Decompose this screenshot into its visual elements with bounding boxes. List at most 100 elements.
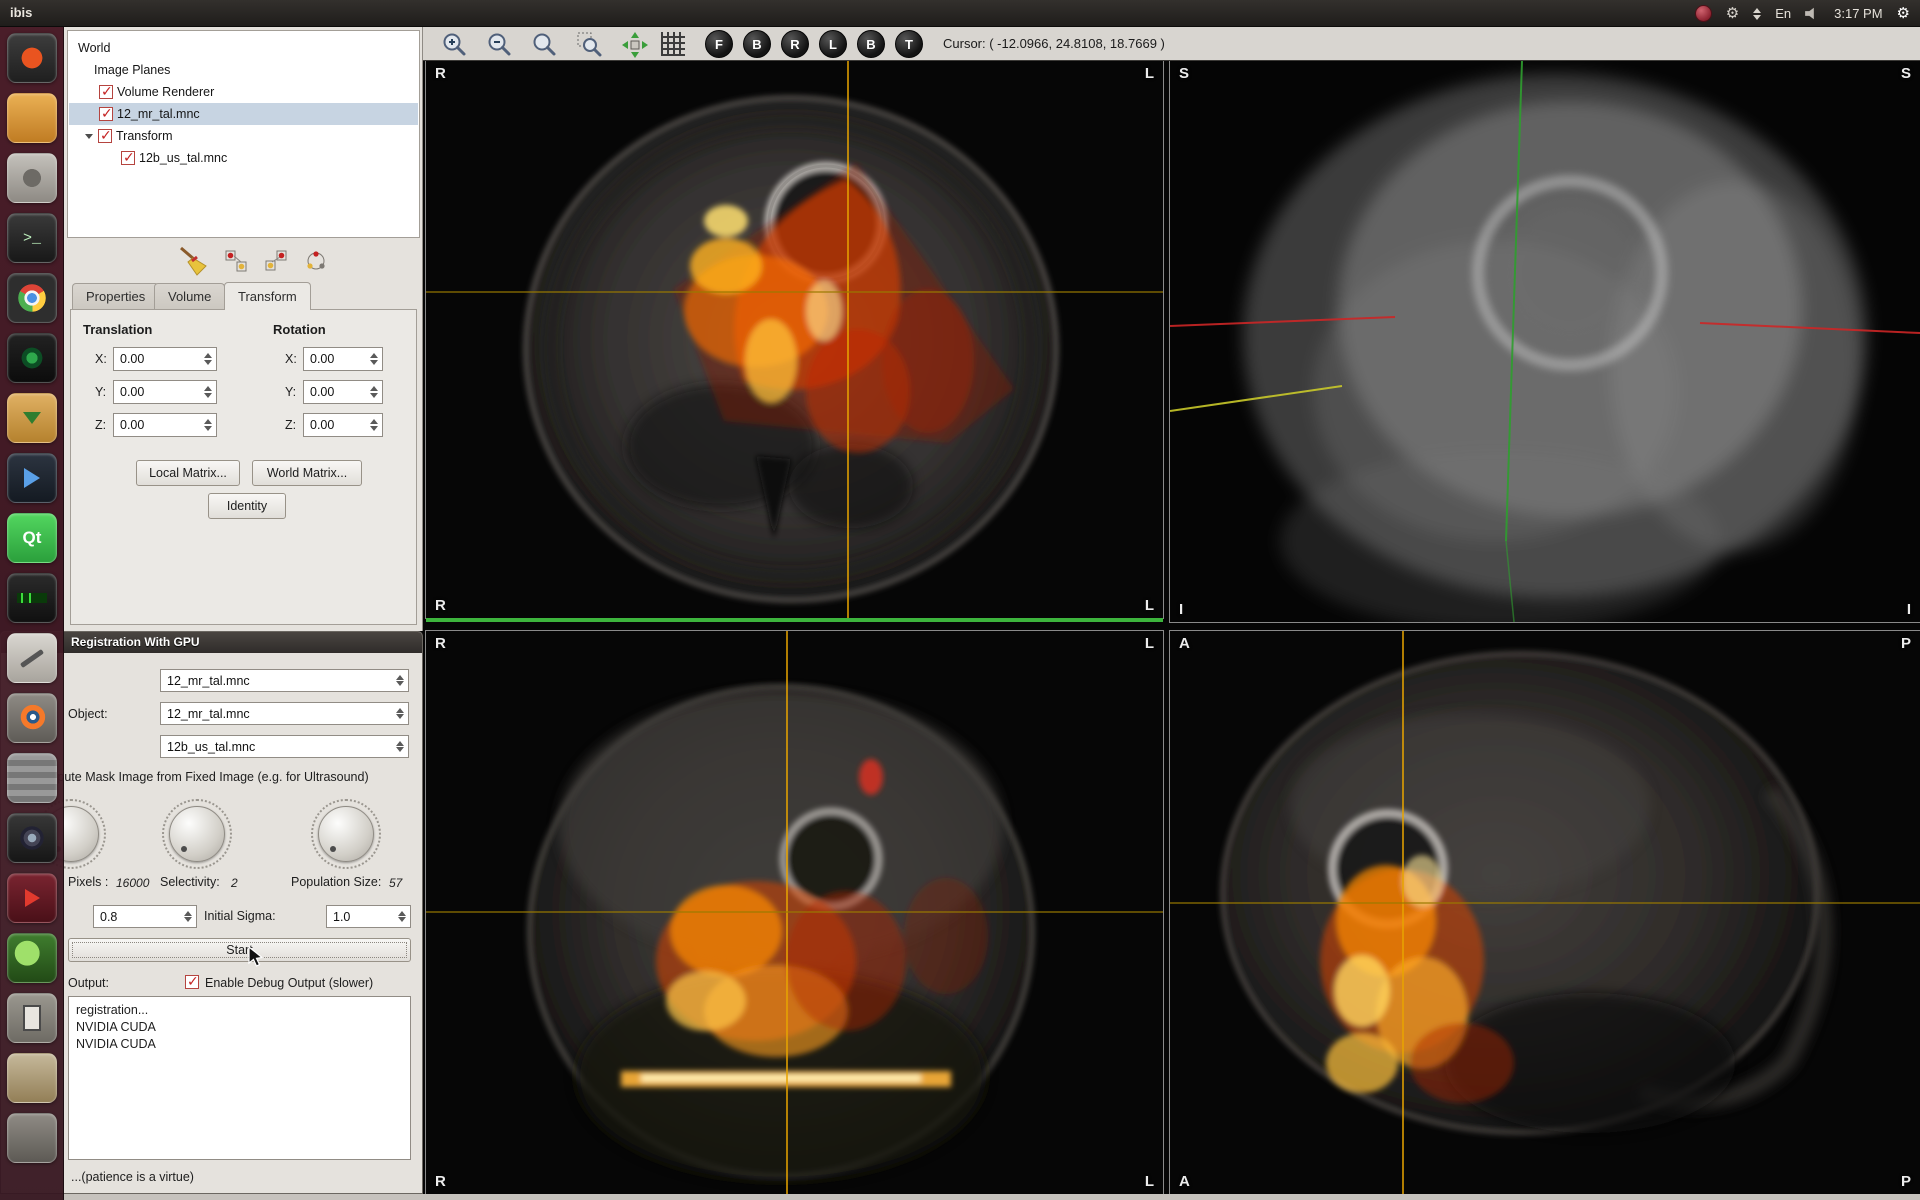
debug-output-checkbox[interactable] <box>185 975 199 989</box>
scene-graph-icon-c[interactable] <box>304 249 328 278</box>
grid-toggle-icon[interactable] <box>661 32 685 56</box>
spin-down-icon[interactable] <box>370 360 378 365</box>
combo-down-icon[interactable] <box>396 681 404 686</box>
spin-up-icon[interactable] <box>370 353 378 358</box>
coronal-view-quadrant[interactable]: R L R L <box>426 631 1163 1194</box>
tree-item-12-mr-tal[interactable]: 12_mr_tal.mnc <box>69 103 418 125</box>
spin-up-icon[interactable] <box>204 386 212 391</box>
visibility-checkbox[interactable] <box>98 129 112 143</box>
terminal-icon[interactable] <box>7 213 57 263</box>
visibility-checkbox[interactable] <box>121 151 135 165</box>
ubuntu-dash-icon[interactable] <box>7 33 57 83</box>
media-player-icon[interactable] <box>7 453 57 503</box>
object-combobox[interactable]: 12_mr_tal.mnc <box>160 702 409 725</box>
visibility-checkbox[interactable] <box>99 107 113 121</box>
text-editor-icon[interactable] <box>7 633 57 683</box>
volume-muted-icon[interactable] <box>1805 7 1820 20</box>
system-settings-icon[interactable] <box>7 153 57 203</box>
rotation-x-spinbox[interactable]: 0.00 <box>303 347 383 371</box>
usb-creator-icon[interactable] <box>7 993 57 1043</box>
spin-up-icon[interactable] <box>204 419 212 424</box>
combo-up-icon[interactable] <box>396 741 404 746</box>
target-object-combobox[interactable]: 12b_us_tal.mnc <box>160 735 409 758</box>
spin-down-icon[interactable] <box>204 426 212 431</box>
translation-x-spinbox[interactable]: 0.00 <box>113 347 217 371</box>
world-matrix-button[interactable]: World Matrix... <box>252 460 362 486</box>
view-right-button[interactable]: R <box>781 30 809 58</box>
scene-graph-icon-b[interactable] <box>264 249 288 278</box>
combo-up-icon[interactable] <box>396 675 404 680</box>
spin-down-icon[interactable] <box>370 426 378 431</box>
initial-sigma-spinbox[interactable]: 1.0 <box>326 905 411 928</box>
rotation-y-spinbox[interactable]: 0.00 <box>303 380 383 404</box>
qt-creator-icon[interactable] <box>7 513 57 563</box>
identity-button[interactable]: Identity <box>208 493 286 519</box>
view-top-button[interactable]: T <box>895 30 923 58</box>
registration-log-output[interactable]: registration... NVIDIA CUDA NVIDIA CUDA <box>68 996 411 1160</box>
clock[interactable]: 3:17 PM <box>1834 6 1882 21</box>
scene-graph-icon-a[interactable] <box>224 249 248 278</box>
3d-view-quadrant[interactable]: S S I I <box>1170 61 1920 622</box>
keyboard-layout-indicator[interactable]: En <box>1775 6 1791 21</box>
file-manager-icon[interactable] <box>7 93 57 143</box>
system-monitor-icon[interactable] <box>7 573 57 623</box>
zoom-in-icon[interactable] <box>441 31 467 62</box>
expander-icon[interactable] <box>85 134 93 139</box>
tree-item-volume-renderer[interactable]: Volume Renderer <box>69 81 418 103</box>
session-indicator-icon[interactable] <box>1695 5 1712 22</box>
combo-down-icon[interactable] <box>396 747 404 752</box>
reset-cameras-icon[interactable] <box>621 31 649 64</box>
zoom-region-icon[interactable] <box>576 31 602 62</box>
clean-broom-icon[interactable] <box>176 243 210 277</box>
translation-y-spinbox[interactable]: 0.00 <box>113 380 217 404</box>
view-bottom-button[interactable]: B <box>857 30 885 58</box>
zoom-fit-icon[interactable] <box>531 31 557 62</box>
spin-down-icon[interactable] <box>204 360 212 365</box>
network-arrows-icon[interactable] <box>1753 8 1761 20</box>
local-matrix-button[interactable]: Local Matrix... <box>136 460 240 486</box>
view-front-button[interactable]: F <box>705 30 733 58</box>
tab-properties[interactable]: Properties <box>72 283 159 309</box>
spin-up-icon[interactable] <box>204 353 212 358</box>
tab-volume[interactable]: Volume <box>154 283 225 309</box>
axial-view-quadrant[interactable]: R L R L <box>426 61 1163 618</box>
combo-down-icon[interactable] <box>396 714 404 719</box>
archive-manager-icon[interactable] <box>7 1053 57 1103</box>
spin-down-icon[interactable] <box>184 917 192 922</box>
selectivity-dial[interactable] <box>169 806 225 862</box>
camera-icon[interactable] <box>7 813 57 863</box>
start-registration-button[interactable]: Start <box>68 938 411 962</box>
chrome-browser-icon[interactable] <box>7 273 57 323</box>
view-left-button[interactable]: L <box>819 30 847 58</box>
tree-item-transform[interactable]: Transform <box>69 125 418 147</box>
visibility-checkbox[interactable] <box>99 85 113 99</box>
registration-window-titlebar[interactable]: Registration With GPU <box>1 632 422 653</box>
sigma-spinbox[interactable]: 0.8 <box>93 905 197 928</box>
nature-app-icon[interactable] <box>7 933 57 983</box>
spin-up-icon[interactable] <box>370 386 378 391</box>
spin-up-icon[interactable] <box>398 911 406 916</box>
tab-transform[interactable]: Transform <box>224 282 311 310</box>
translation-z-spinbox[interactable]: 0.00 <box>113 413 217 437</box>
spin-up-icon[interactable] <box>370 419 378 424</box>
blender-icon[interactable] <box>7 693 57 743</box>
tree-item-12b-us-tal[interactable]: 12b_us_tal.mnc <box>69 147 418 169</box>
spin-up-icon[interactable] <box>184 911 192 916</box>
calculator-icon[interactable] <box>7 753 57 803</box>
spin-down-icon[interactable] <box>370 393 378 398</box>
combo-up-icon[interactable] <box>396 708 404 713</box>
downloads-folder-icon[interactable] <box>7 393 57 443</box>
population-size-dial[interactable] <box>318 806 374 862</box>
zoom-out-icon[interactable] <box>486 31 512 62</box>
screen-recorder-icon[interactable] <box>7 333 57 383</box>
spin-down-icon[interactable] <box>398 917 406 922</box>
rotation-z-spinbox[interactable]: 0.00 <box>303 413 383 437</box>
music-player-icon[interactable] <box>7 873 57 923</box>
settings-gear-icon[interactable]: ⚙ <box>1726 6 1739 21</box>
tree-item-world[interactable]: World <box>69 37 418 59</box>
sagittal-view-quadrant[interactable]: A P A P <box>1170 631 1920 1194</box>
tree-item-image-planes[interactable]: Image Planes <box>69 59 418 81</box>
source-object-combobox[interactable]: 12_mr_tal.mnc <box>160 669 409 692</box>
spin-down-icon[interactable] <box>204 393 212 398</box>
view-back-button[interactable]: B <box>743 30 771 58</box>
